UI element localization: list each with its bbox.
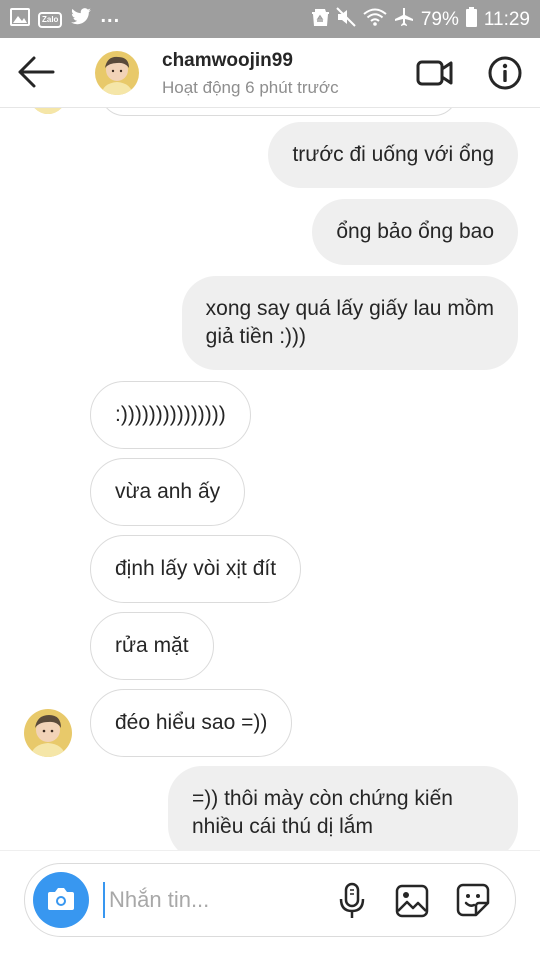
sticker-button[interactable]	[455, 882, 491, 918]
microphone-icon	[339, 882, 365, 918]
voice-message-button[interactable]	[337, 882, 367, 920]
chat-username[interactable]: chamwoojin99	[162, 50, 293, 72]
video-call-button[interactable]	[416, 56, 454, 90]
camera-button[interactable]	[33, 872, 89, 928]
message-received[interactable]: vừa anh ấy	[90, 458, 246, 526]
previous-avatar-partial	[28, 108, 68, 114]
message-sent[interactable]: ổng bảo ổng bao	[312, 199, 518, 265]
clock: 11:29	[483, 9, 530, 30]
chat-header: chamwoojin99 Hoạt động 6 phút trước	[0, 38, 540, 108]
zalo-icon: Zalo	[38, 11, 63, 28]
video-call-icon	[416, 60, 453, 86]
info-button[interactable]	[487, 55, 523, 91]
message-line: xong say quá lấy giấy lau mồm	[205, 297, 494, 320]
back-button[interactable]	[16, 54, 56, 90]
wifi-icon	[363, 8, 387, 32]
back-arrow-icon	[18, 56, 55, 88]
message-line: =)) thôi mày còn chứng kiến	[192, 787, 453, 810]
gallery-notification-icon	[10, 8, 30, 31]
battery-icon	[465, 7, 477, 33]
message-received[interactable]: đéo hiểu sao =))	[90, 689, 293, 757]
camera-icon	[48, 888, 74, 910]
battery-percent: 79%	[420, 9, 459, 30]
activity-status: Hoạt động 6 phút trước	[162, 78, 339, 97]
header-avatar[interactable]	[95, 51, 139, 95]
message-composer	[24, 863, 516, 937]
message-line: nhiều cái thú dị lắm	[192, 815, 373, 838]
previous-message-partial	[100, 108, 458, 116]
recycle-icon	[311, 7, 329, 33]
sticker-icon	[456, 883, 490, 917]
status-bar-right: 79% 11:29	[311, 7, 530, 33]
composer-bar	[0, 850, 540, 960]
message-sent[interactable]: xong say quá lấy giấy lau mồm giả tiền :…	[181, 276, 518, 370]
airplane-icon	[394, 7, 414, 33]
message-list[interactable]: trước đi uống với ổng ổng bảo ổng bao xo…	[0, 108, 540, 850]
sender-avatar[interactable]	[24, 709, 72, 757]
message-received[interactable]: rửa mặt	[90, 612, 214, 680]
gallery-button[interactable]	[395, 884, 429, 918]
message-input[interactable]	[103, 882, 323, 918]
message-sent[interactable]: trước đi uống với ổng	[268, 122, 518, 188]
info-icon	[488, 56, 522, 90]
message-sent[interactable]: =)) thôi mày còn chứng kiến nhiều cái th…	[168, 766, 518, 850]
gallery-icon	[395, 884, 429, 918]
status-bar-left: Zalo ...	[10, 5, 121, 31]
more-notifications-indicator: ...	[100, 5, 121, 27]
mute-icon	[336, 7, 356, 33]
message-line: giả tiền :)))	[205, 325, 307, 348]
twitter-icon	[70, 8, 92, 31]
message-received[interactable]: :)))))))))))))))	[90, 381, 251, 449]
status-bar: Zalo ... 79% 11:29	[0, 0, 540, 38]
message-received[interactable]: định lấy vòi xịt đít	[90, 535, 302, 603]
